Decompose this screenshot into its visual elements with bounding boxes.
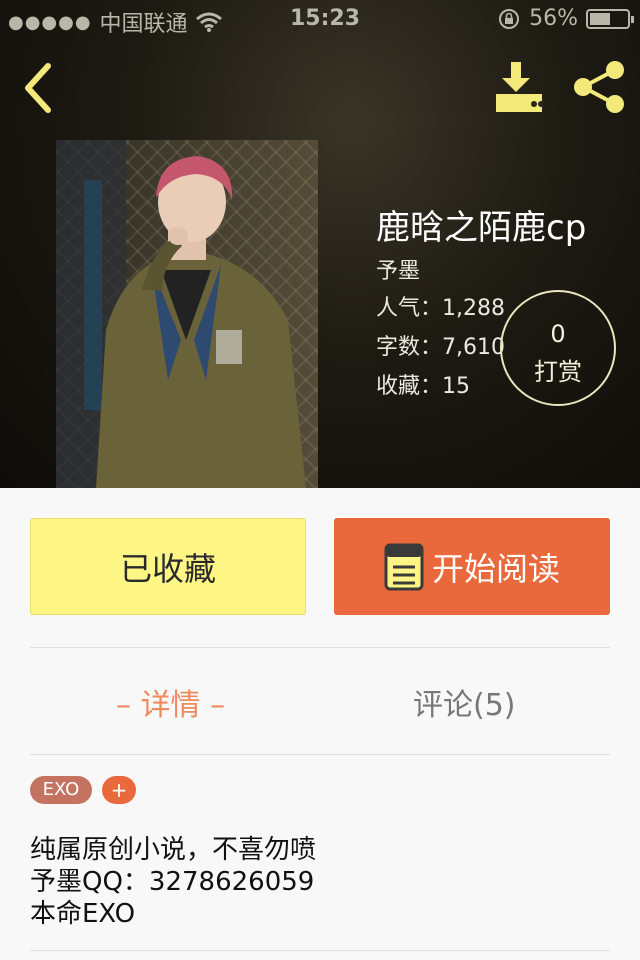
book-title: 鹿晗之陌鹿cp (376, 208, 587, 248)
divider (30, 647, 610, 648)
tag-exo[interactable]: EXO (30, 776, 92, 804)
book-author: 予墨 (376, 259, 421, 284)
status-time: 15:23 (290, 6, 361, 31)
book-header-section: ●●●●● 中国联通 15:23 56% 鹿晗之陌鹿cp 予墨 人气：1,288… (0, 0, 640, 488)
tip-label: 打赏 (534, 358, 582, 386)
book-icon (384, 543, 424, 590)
back-button[interactable] (18, 60, 62, 116)
favorited-button[interactable]: 已收藏 (30, 518, 306, 615)
description-line: 予墨QQ：3278626059 (30, 867, 315, 897)
cover-photo-figure (56, 140, 306, 488)
start-reading-label: 开始阅读 (431, 549, 560, 588)
tip-button[interactable]: 0 打赏 (500, 290, 616, 406)
share-button[interactable] (568, 58, 630, 116)
signal-strength-icon: ●●●●● (8, 11, 92, 33)
battery-level (590, 12, 611, 25)
battery-icon (586, 8, 634, 29)
download-icon (496, 62, 544, 112)
popularity-stat: 人气：1,288 (376, 296, 505, 321)
share-icon (574, 61, 624, 113)
tip-count: 0 (550, 320, 566, 348)
battery-percent: 56% (529, 6, 578, 31)
wifi-icon (195, 12, 222, 32)
tab-comments[interactable]: 评论(5) (413, 680, 516, 724)
download-button[interactable] (490, 58, 550, 116)
description-line: 本命EXO (30, 899, 136, 929)
book-description: 纯属原创小说，不喜勿喷 予墨QQ：3278626059 本命EXO (30, 834, 316, 930)
chevron-left-icon (25, 63, 51, 113)
divider (30, 754, 610, 755)
orientation-lock-icon (499, 8, 520, 29)
divider (30, 950, 610, 951)
carrier-name: 中国联通 (99, 12, 188, 37)
favorites-stat: 收藏：15 (376, 374, 470, 399)
tab-detail[interactable]: – 详情 – (116, 680, 225, 724)
start-reading-button[interactable]: 开始阅读 (334, 518, 610, 615)
description-line: 纯属原创小说，不喜勿喷 (30, 835, 317, 865)
favorited-label: 已收藏 (119, 549, 216, 588)
status-bar: ●●●●● 中国联通 15:23 56% (0, 0, 640, 40)
word-count-stat: 字数：7,610 (376, 335, 505, 360)
book-cover-image (56, 140, 318, 488)
add-tag-button[interactable]: + (102, 776, 136, 804)
